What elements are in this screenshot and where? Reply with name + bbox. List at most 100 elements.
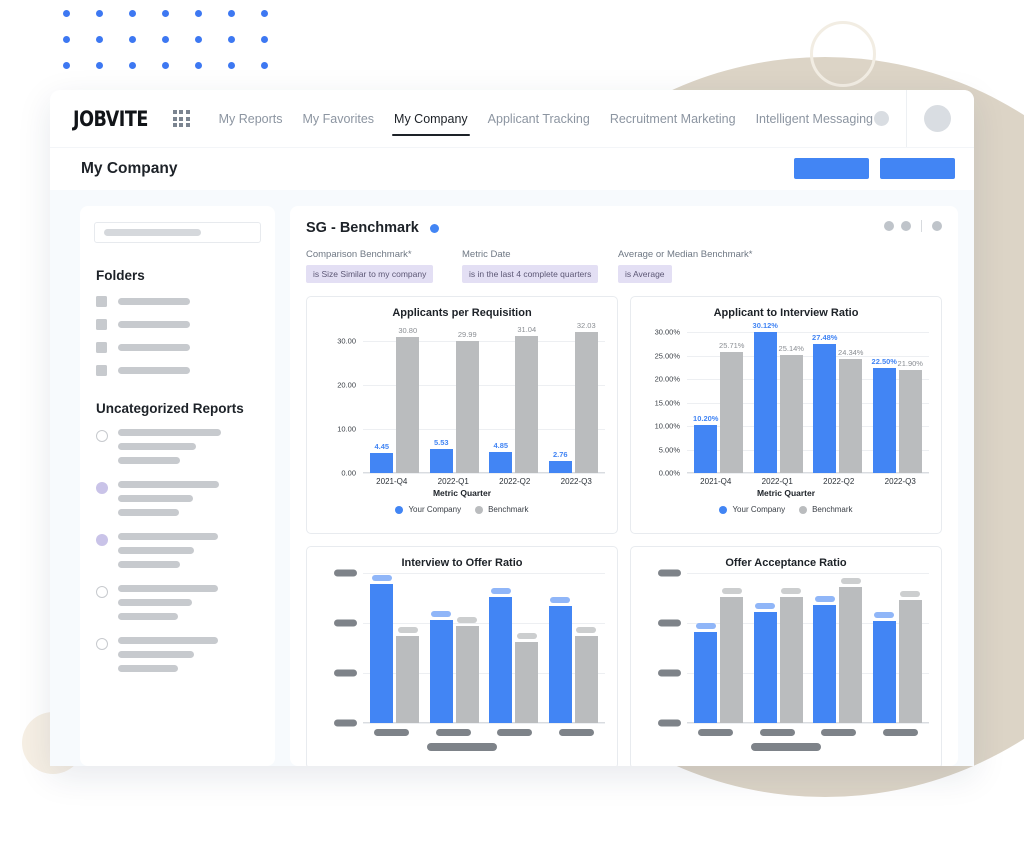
report-control-icon-1[interactable] — [884, 221, 894, 231]
bar-benchmark[interactable] — [898, 591, 922, 723]
folder-item[interactable] — [94, 319, 261, 330]
folder-item[interactable] — [94, 296, 261, 307]
nav-link-my-company[interactable]: My Company — [384, 90, 478, 147]
bar-your-company[interactable] — [370, 574, 394, 723]
report-status-icon — [96, 534, 108, 546]
bar-value-skeleton — [576, 627, 597, 633]
bar-benchmark[interactable]: 24.34% — [838, 348, 863, 473]
header-action-button-1[interactable] — [794, 158, 869, 179]
report-list-item[interactable] — [94, 585, 261, 620]
report-status-icon — [96, 638, 108, 650]
bar-your-company[interactable]: 30.12% — [753, 321, 778, 473]
bar-benchmark[interactable] — [396, 627, 420, 723]
legend-item[interactable]: Your Company — [719, 505, 785, 514]
folder-item[interactable] — [94, 365, 261, 376]
bar-your-company[interactable]: 27.48% — [812, 333, 837, 473]
header-action-button-2[interactable] — [880, 158, 955, 179]
folder-icon — [96, 296, 107, 307]
bar-value-label: 25.14% — [778, 344, 804, 354]
filter-value[interactable]: is Size Similar to my company — [306, 265, 434, 283]
bar-your-company[interactable]: 4.45 — [370, 442, 394, 473]
x-tick-label: 2021-Q4 — [376, 477, 408, 486]
avatar[interactable] — [924, 105, 951, 132]
report-control-icon-2[interactable] — [901, 221, 911, 231]
bar-your-company[interactable] — [813, 595, 837, 723]
nav-link-my-favorites[interactable]: My Favorites — [292, 90, 384, 147]
bar-value-skeleton — [431, 610, 452, 617]
plot-area: 0.00% 5.00% 10.00% 15.00% 20.00% 25.00% 30.00%… — [643, 321, 929, 478]
bar-your-company[interactable]: 2.76 — [548, 450, 572, 473]
legend-item[interactable]: Your Company — [395, 505, 461, 514]
bar-benchmark[interactable]: 31.04 — [515, 325, 539, 473]
chart-card-1: Applicants per Requisition 0.00 10.00 20.00… — [306, 296, 618, 534]
search-input[interactable] — [94, 222, 261, 243]
legend-item[interactable]: Benchmark — [799, 505, 853, 514]
x-axis-title-skeleton — [639, 743, 933, 751]
nav-link-recruitment-marketing[interactable]: Recruitment Marketing — [600, 90, 746, 147]
chart-title: Applicants per Requisition — [392, 307, 532, 319]
bar-group: 5.53 29.99 — [429, 323, 479, 473]
bar-benchmark[interactable] — [720, 588, 744, 723]
filter-value[interactable]: is in the last 4 complete quarters — [462, 265, 599, 283]
report-list — [94, 429, 261, 672]
legend-item[interactable]: Benchmark — [475, 505, 529, 514]
report-label-skeleton — [118, 533, 218, 540]
bar-benchmark[interactable]: 25.71% — [719, 341, 744, 473]
bar-your-company[interactable] — [694, 622, 718, 723]
report-control-icon-3[interactable] — [932, 221, 942, 231]
bar-value-label: 4.45 — [374, 442, 390, 452]
bar-your-company[interactable] — [429, 610, 453, 723]
bar-benchmark[interactable] — [574, 627, 598, 723]
folder-item[interactable] — [94, 342, 261, 353]
x-tick-skeleton — [816, 729, 862, 736]
bar-your-company[interactable]: 4.85 — [489, 441, 513, 473]
filter-label: Metric Date — [462, 249, 511, 260]
report-label-group — [118, 637, 218, 672]
bar-benchmark[interactable]: 32.03 — [574, 321, 598, 473]
report-label-skeleton — [118, 443, 196, 450]
report-list-item[interactable] — [94, 481, 261, 516]
bar-value-label: 25.71% — [719, 341, 745, 351]
x-tick-label: 2022-Q3 — [560, 477, 592, 486]
report-label-group — [118, 585, 218, 620]
bar-benchmark[interactable]: 25.14% — [779, 344, 804, 473]
y-tick-label: 15.00% — [654, 398, 680, 408]
bar-benchmark[interactable]: 29.99 — [455, 330, 479, 473]
bar-benchmark[interactable] — [779, 588, 803, 723]
bar-your-company[interactable]: 22.50% — [872, 357, 897, 473]
report-list-item[interactable] — [94, 429, 261, 464]
bar-your-company[interactable]: 10.20% — [693, 414, 718, 473]
uncategorized-reports-heading: Uncategorized Reports — [96, 401, 244, 416]
legend-swatch — [395, 505, 404, 514]
bar-benchmark[interactable] — [515, 633, 539, 723]
report-list-item[interactable] — [94, 637, 261, 672]
bar-value-label: 21.90% — [897, 359, 923, 369]
plot-area: 0.00 10.00 20.00 30.00 4.45 30.80 5.53 29.99 4.8… — [319, 321, 605, 478]
decorative-dot — [228, 10, 235, 17]
report-label-skeleton — [118, 429, 221, 436]
bar-value-label: 30.80 — [398, 326, 418, 336]
report-label-group — [118, 481, 219, 516]
bar-benchmark[interactable] — [839, 577, 863, 723]
nav-link-intelligent-messaging[interactable]: Intelligent Messaging — [746, 90, 883, 147]
jobvite-logo[interactable]: JOBVITE — [73, 107, 148, 131]
y-tick-label: 0.00 — [341, 468, 356, 478]
x-axis-title: Metric Quarter — [432, 488, 492, 498]
report-list-item[interactable] — [94, 533, 261, 568]
bar-benchmark[interactable]: 21.90% — [898, 359, 923, 473]
bar-your-company[interactable] — [753, 603, 777, 723]
report-label-skeleton — [118, 637, 218, 644]
filter-3: Average or Median Benchmark* is Average — [618, 249, 752, 283]
bar-your-company[interactable] — [548, 597, 572, 723]
bar-your-company[interactable] — [489, 588, 513, 723]
nav-link-my-reports[interactable]: My Reports — [209, 90, 293, 147]
notifications-icon[interactable] — [874, 111, 889, 126]
bar-your-company[interactable] — [872, 612, 896, 723]
apps-grid-icon[interactable] — [172, 110, 190, 127]
nav-link-applicant-tracking[interactable]: Applicant Tracking — [478, 90, 600, 147]
bar-benchmark[interactable]: 30.80 — [396, 326, 420, 473]
filter-value[interactable]: is Average — [618, 265, 672, 283]
bar-benchmark[interactable] — [455, 616, 479, 723]
folder-label-skeleton — [118, 367, 190, 374]
bar-your-company[interactable]: 5.53 — [429, 438, 453, 473]
